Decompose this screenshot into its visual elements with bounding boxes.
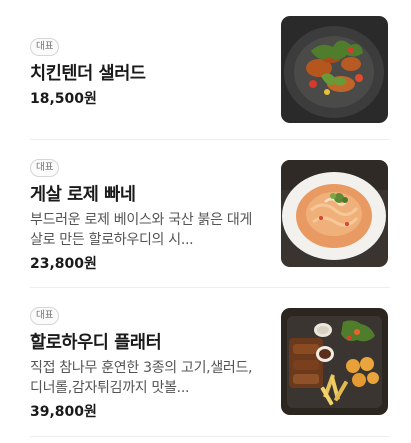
- signature-badge: 대표: [30, 159, 60, 177]
- menu-item-price: 23,800원: [30, 256, 97, 272]
- menu-item-name: 치킨텐더 샐러드: [30, 64, 146, 84]
- signature-badge: 대표: [30, 38, 60, 56]
- menu-item-price: 18,500원: [30, 91, 97, 107]
- menu-item-chicken-tender-salad[interactable]: 대표 치킨텐더 샐러드 18,500원: [0, 0, 411, 140]
- menu-item-text: 대표 치킨텐더 샐러드 18,500원: [30, 34, 262, 108]
- menu-item-price: 39,800원: [30, 404, 97, 420]
- signature-badge: 대표: [30, 307, 60, 325]
- menu-item-hallo-howdy-platter[interactable]: 대표 할로하우디 플래터 직접 참나무 훈연한 3종의 고기,샐러드,디너롤,감…: [0, 288, 411, 438]
- menu-item-text: 대표 할로하우디 플래터 직접 참나무 훈연한 3종의 고기,샐러드,디너롤,감…: [30, 303, 262, 421]
- menu-item-name: 게살 로제 빠네: [30, 185, 136, 205]
- menu-list: 대표 치킨텐더 샐러드 18,500원 대표 게살 로제 빠네 부드러운 로제 …: [0, 0, 411, 443]
- menu-item-name: 할로하우디 플래터: [30, 333, 162, 353]
- divider: [30, 436, 390, 437]
- hallo-howdy-platter-photo: [281, 308, 388, 415]
- chicken-tender-salad-photo: [281, 16, 388, 123]
- menu-item-description: 부드러운 로제 베이스와 국산 붉은 대게살로 만든 할로하우디의 시...: [30, 212, 253, 248]
- crab-rose-pasta-photo: [281, 160, 388, 267]
- menu-item-crab-rose-pasta[interactable]: 대표 게살 로제 빠네 부드러운 로제 베이스와 국산 붉은 대게살로 만든 할…: [0, 140, 411, 288]
- menu-item-description: 직접 참나무 훈연한 3종의 고기,샐러드,디너롤,감자튀김까지 맛볼...: [30, 360, 253, 396]
- menu-item-text: 대표 게살 로제 빠네 부드러운 로제 베이스와 국산 붉은 대게살로 만든 할…: [30, 155, 262, 273]
